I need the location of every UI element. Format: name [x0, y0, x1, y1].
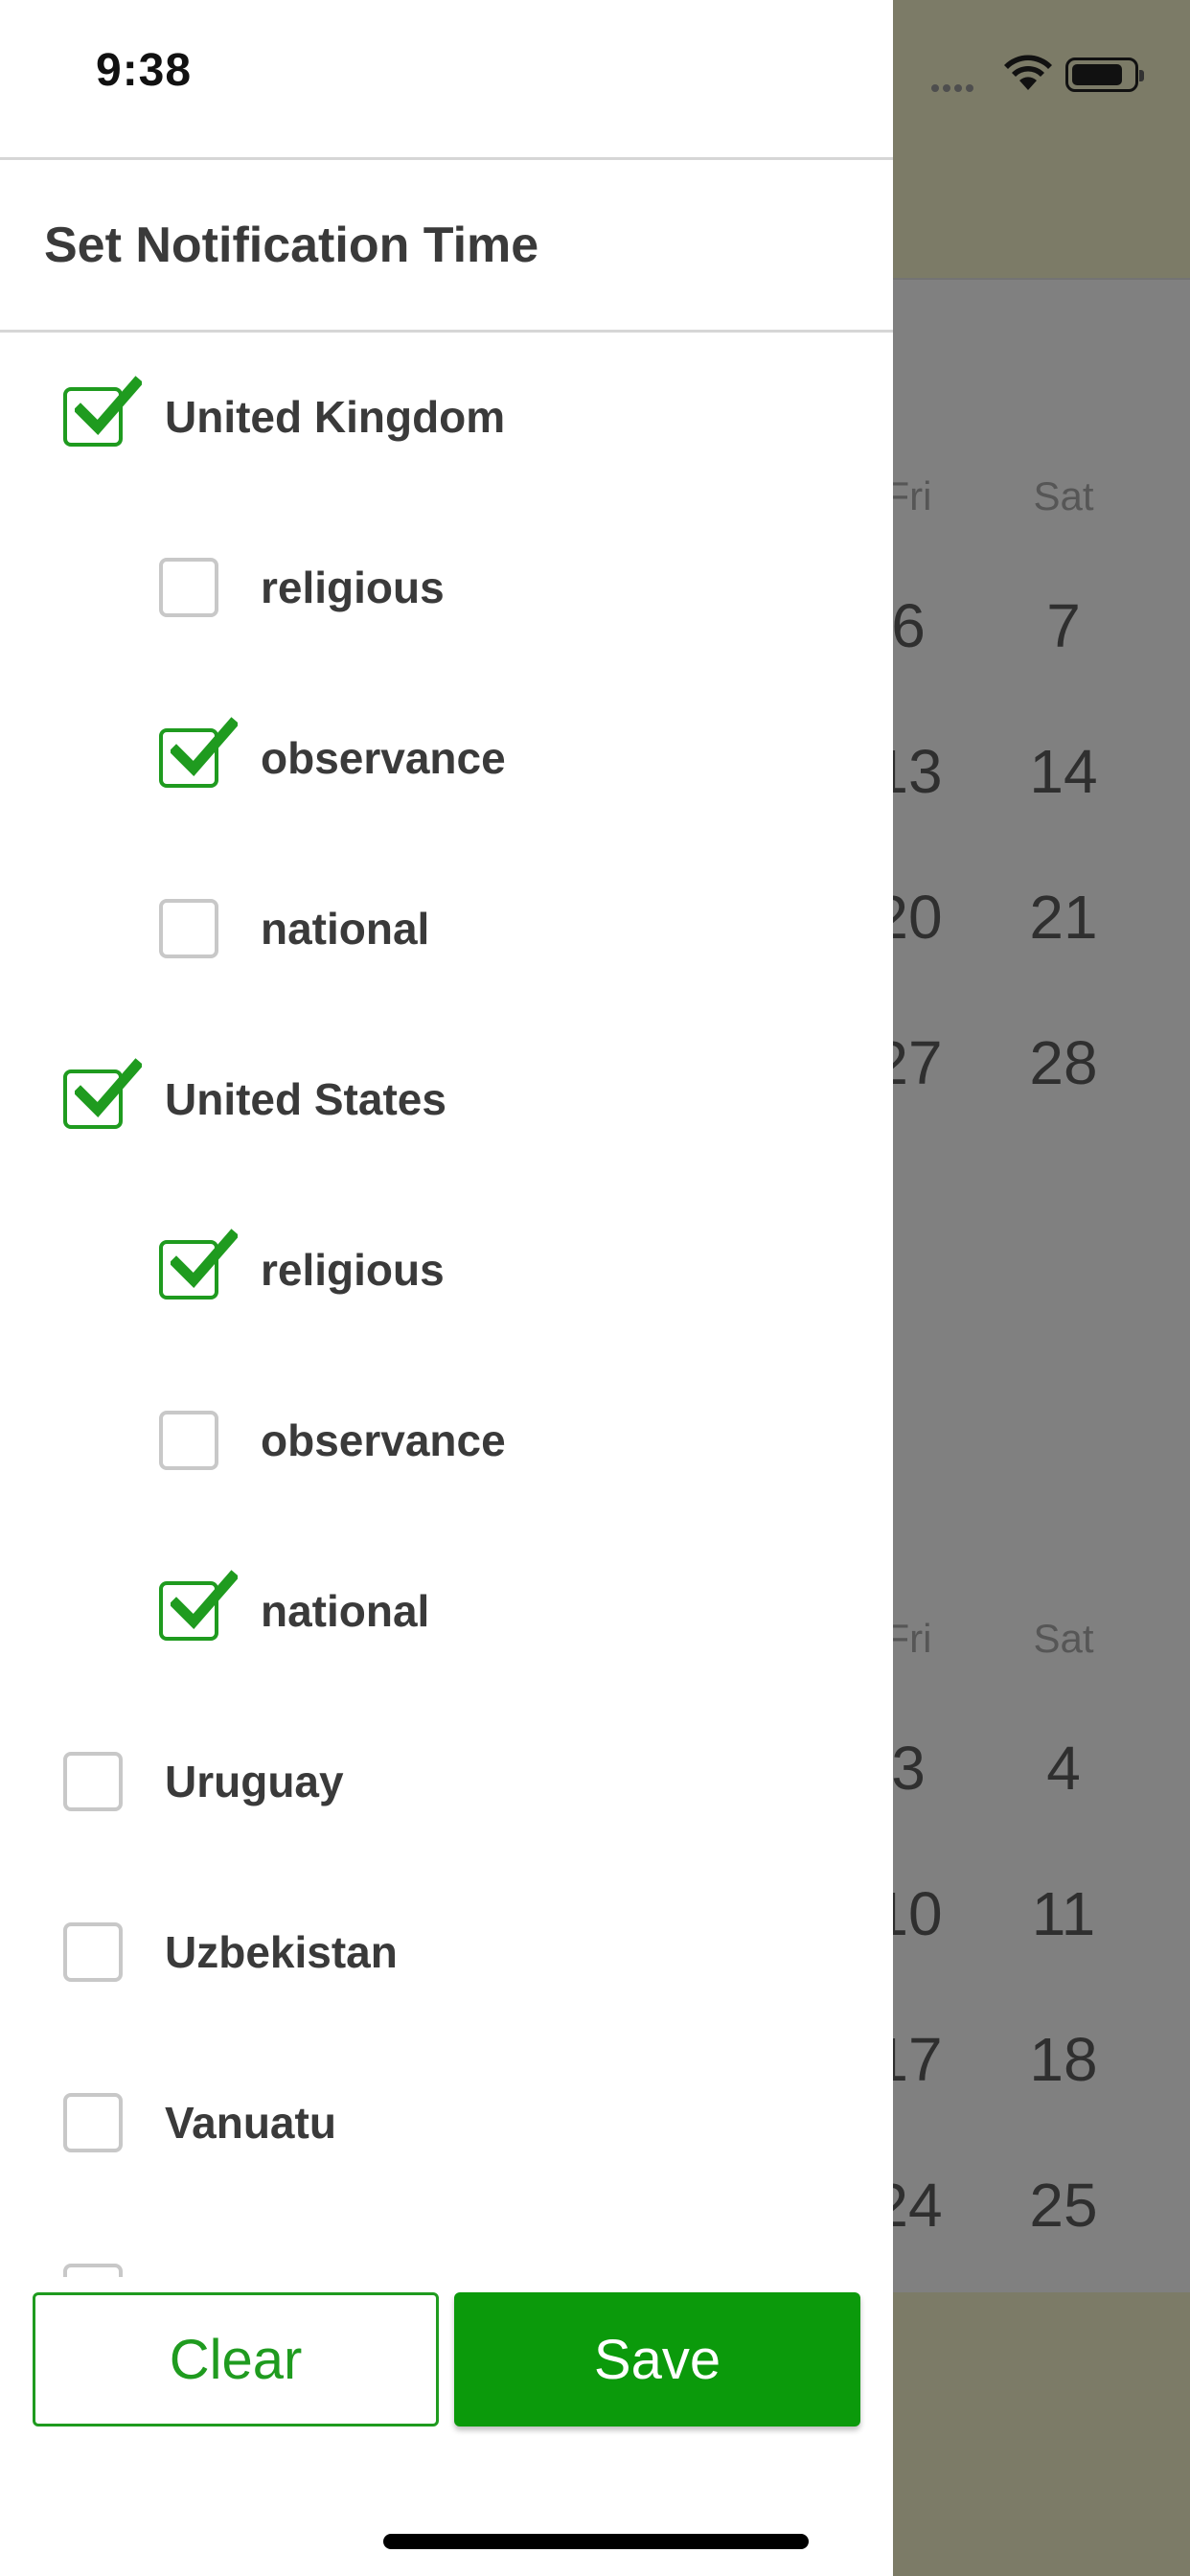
calendar-day[interactable]: 4: [1006, 1733, 1121, 1804]
check-icon: [171, 1570, 238, 1630]
checkbox-unchecked[interactable]: [63, 2264, 123, 2277]
check-icon: [75, 1058, 142, 1118]
checkbox-checked[interactable]: [159, 1570, 238, 1641]
list-item[interactable]: religious: [0, 1184, 893, 1355]
home-indicator: [383, 2534, 809, 2549]
status-time: 9:38: [96, 45, 193, 96]
battery-icon: [1065, 58, 1144, 92]
checkbox-checked[interactable]: [159, 1229, 238, 1300]
list-item[interactable]: Uruguay: [0, 1696, 893, 1867]
list-item[interactable]: Uzbekistan: [0, 1867, 893, 2037]
notification-drawer: 9:38 Set Notification Time United Kingdo…: [0, 0, 893, 2576]
checkbox-unchecked[interactable]: [63, 1752, 123, 1811]
list-item-label: observance: [261, 1415, 506, 1465]
list-item[interactable]: national: [0, 1526, 893, 1696]
check-icon: [171, 1229, 238, 1289]
calendar-day[interactable]: 21: [1006, 882, 1121, 953]
calendar-day[interactable]: 25: [1006, 2170, 1121, 2241]
cellular-signal-icon: [931, 80, 977, 97]
header-divider: [0, 157, 893, 160]
checkbox-unchecked[interactable]: [159, 558, 218, 617]
list-item-label: national: [261, 1586, 430, 1636]
list-item[interactable]: religious: [0, 502, 893, 673]
calendar-day[interactable]: 18: [1006, 2024, 1121, 2095]
weekday-sat: Sat: [1033, 473, 1094, 518]
checkbox-unchecked[interactable]: [63, 2093, 123, 2152]
list-item-label: Vanuatu: [165, 2098, 336, 2148]
list-item[interactable]: national: [0, 843, 893, 1014]
check-icon: [171, 717, 238, 777]
list-item-label: religious: [261, 563, 445, 612]
list-item[interactable]: [0, 2208, 893, 2277]
calendar-day[interactable]: 11: [1006, 1878, 1121, 1949]
check-icon: [75, 376, 142, 436]
list-item[interactable]: Vanuatu: [0, 2037, 893, 2208]
list-item-label: United States: [165, 1074, 446, 1124]
clear-button[interactable]: Clear: [33, 2292, 439, 2426]
weekday-sat: Sat: [1033, 1616, 1094, 1661]
list-item-label: Uruguay: [165, 1757, 344, 1806]
country-list[interactable]: United Kingdom religious observance nationa…: [0, 332, 893, 2277]
calendar-day[interactable]: 14: [1006, 736, 1121, 807]
list-item-label: national: [261, 904, 430, 954]
list-item-label: Uzbekistan: [165, 1927, 398, 1977]
checkbox-checked[interactable]: [63, 376, 142, 447]
list-item[interactable]: observance: [0, 1355, 893, 1526]
action-bar: Clear Save: [0, 2277, 893, 2430]
checkbox-unchecked[interactable]: [159, 1411, 218, 1470]
list-item-label: observance: [261, 733, 506, 783]
checkbox-unchecked[interactable]: [159, 899, 218, 958]
wifi-icon: [1004, 55, 1052, 90]
list-item-label: United Kingdom: [165, 392, 506, 442]
list-item[interactable]: observance: [0, 673, 893, 843]
list-item[interactable]: United Kingdom: [0, 332, 893, 502]
checkbox-unchecked[interactable]: [63, 1922, 123, 1982]
page-title: Set Notification Time: [44, 218, 539, 273]
list-item[interactable]: United States: [0, 1014, 893, 1184]
list-item-label: religious: [261, 1245, 445, 1295]
save-button[interactable]: Save: [454, 2292, 860, 2426]
calendar-day[interactable]: 28: [1006, 1027, 1121, 1098]
calendar-day[interactable]: 7: [1006, 590, 1121, 661]
checkbox-checked[interactable]: [63, 1058, 142, 1129]
checkbox-checked[interactable]: [159, 717, 238, 788]
